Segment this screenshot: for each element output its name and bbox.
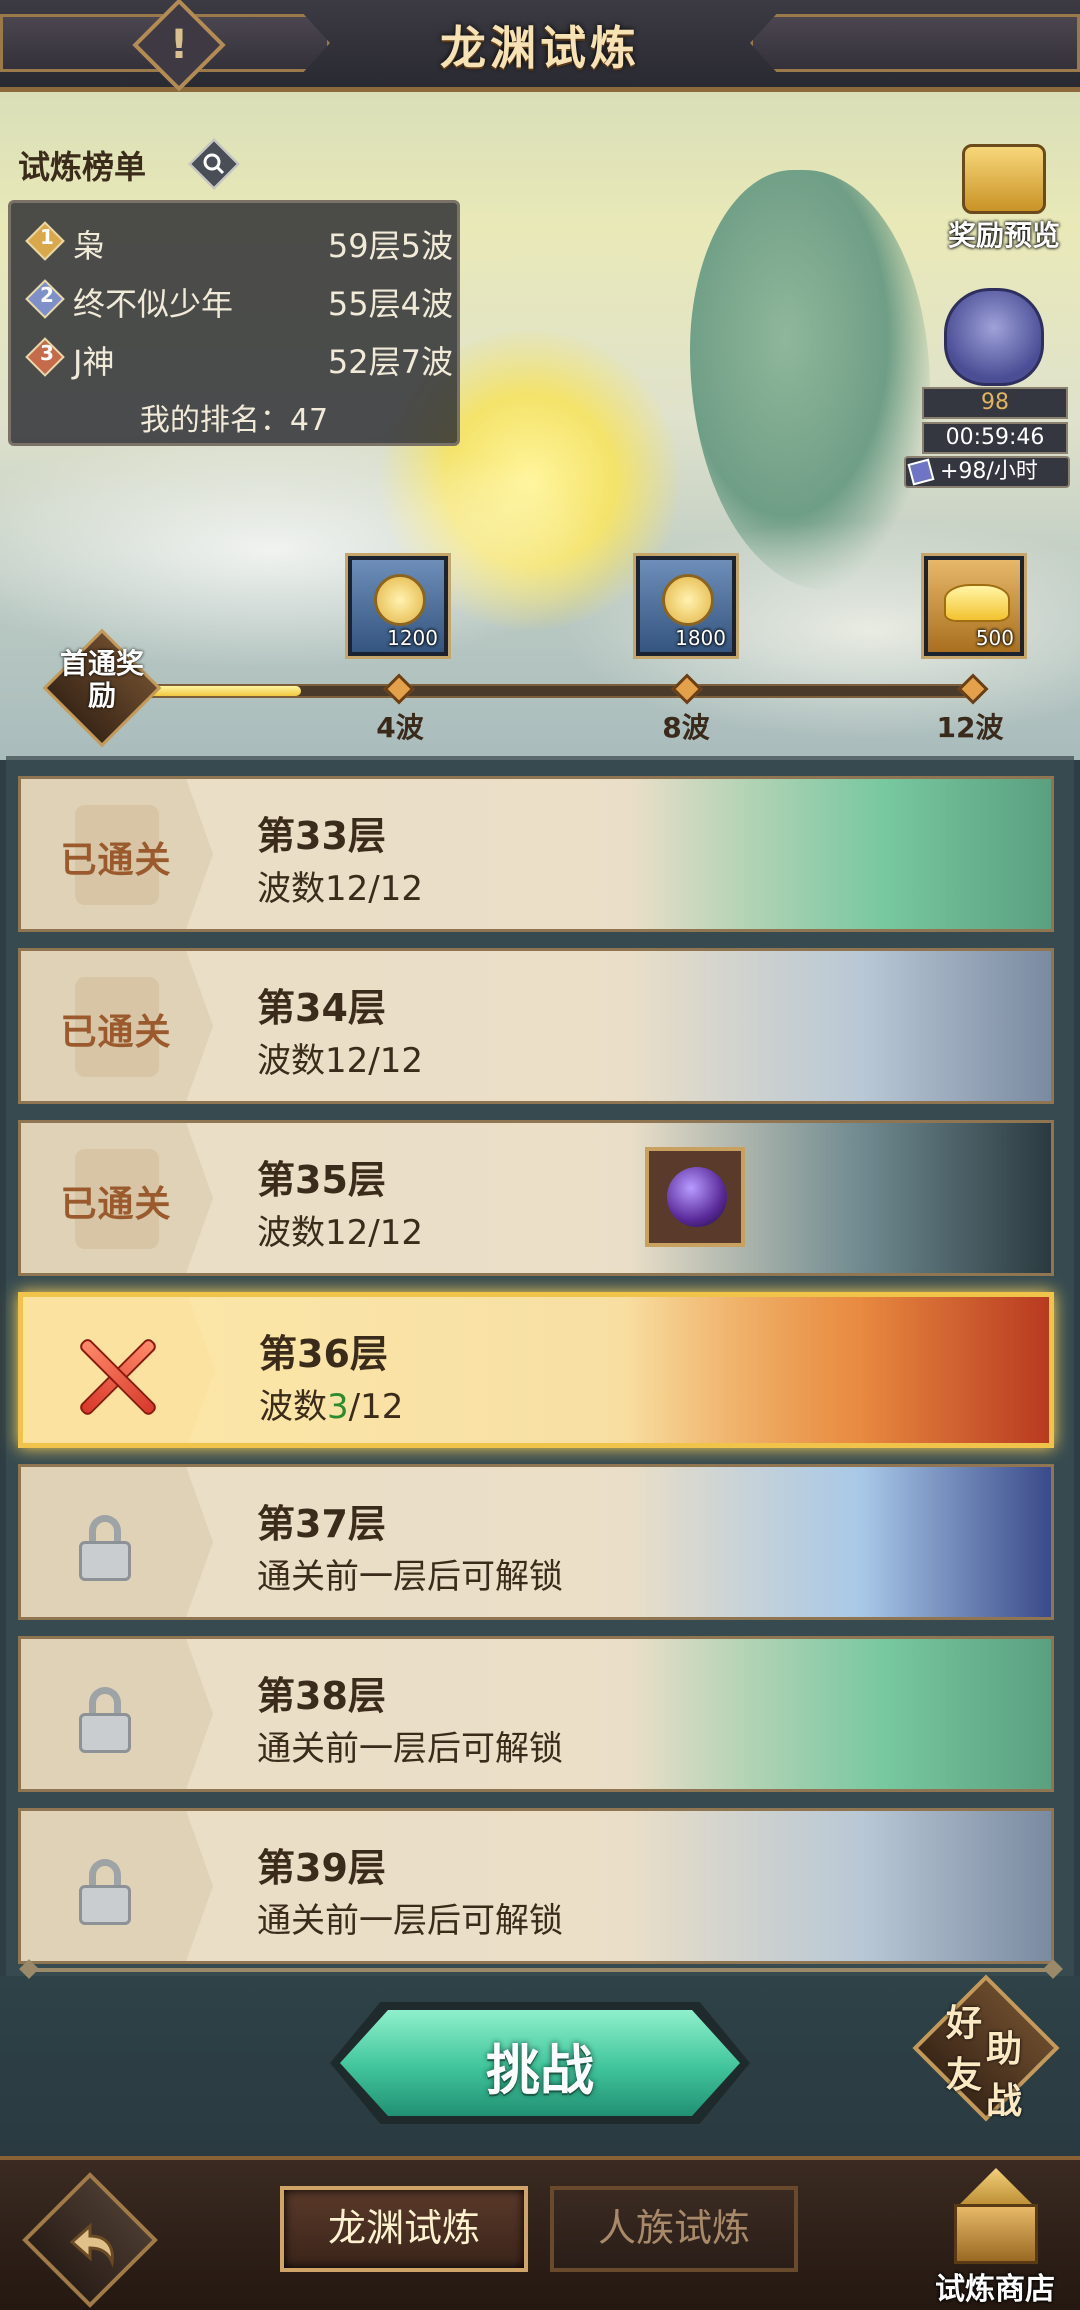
reward-preview-label: 奖励预览 — [947, 219, 1060, 252]
coin-icon — [374, 574, 426, 626]
rank-score: 59层5波 — [327, 227, 453, 265]
shop-label: 试炼商店 — [935, 2272, 1055, 2307]
hero-portrait — [631, 951, 1051, 1101]
cleared-label: 已通关 — [60, 1012, 172, 1053]
first-clear-progress — [140, 684, 980, 698]
offline-reward-bag-icon[interactable] — [944, 288, 1044, 386]
shop-building — [954, 2204, 1038, 2264]
hero-portrait — [631, 1811, 1051, 1961]
level-waves: 波数3/12 — [259, 1387, 404, 1427]
level-name: 第37层 — [257, 1502, 386, 1546]
level-waves: 波数12/12 — [257, 869, 423, 909]
first-clear-reward-2[interactable]: 1800 — [633, 553, 739, 659]
cleared-label: 已通关 — [60, 1184, 172, 1225]
treasure-chest-icon — [962, 144, 1046, 214]
level-row-36[interactable]: 第36层 波数3/12 — [18, 1292, 1054, 1448]
hero-portrait — [629, 1297, 1049, 1443]
progress-label-8: 8波 — [662, 711, 710, 744]
exclamation-icon: ! — [169, 22, 189, 68]
reward-preview-button[interactable]: 奖励预览 — [944, 134, 1064, 254]
friend-assist-label: 好 助 友 战 — [946, 2003, 1023, 2122]
bottom-bar — [0, 2156, 1080, 2310]
level-lock-hint: 通关前一层后可解锁 — [257, 1729, 563, 1769]
bag-count: 98 — [922, 387, 1068, 419]
hero-portrait — [631, 1639, 1051, 1789]
level-name: 第36层 — [259, 1332, 388, 1376]
level-row-35[interactable]: 已通关 第35层 波数12/12 — [18, 1120, 1054, 1276]
hero-portrait — [631, 1467, 1051, 1617]
ranking-row-2: 2 终不似少年 55层4波 — [23, 275, 453, 325]
first-clear-reward-3[interactable]: 500 — [921, 553, 1027, 659]
bag-rate: +98/小时 — [904, 456, 1070, 488]
lock-icon — [79, 1859, 131, 1925]
level-waves: 波数12/12 — [257, 1213, 423, 1253]
rank-name: 终不似少年 — [73, 285, 234, 323]
level-row-33[interactable]: 已通关 第33层 波数12/12 — [18, 776, 1054, 932]
level-row-37[interactable]: 第37层 通关前一层后可解锁 — [18, 1464, 1054, 1620]
rank-number: 2 — [40, 283, 54, 307]
progress-fill — [142, 686, 301, 696]
my-rank: 我的排名：47 — [139, 403, 329, 438]
reward-qty: 500 — [975, 626, 1014, 650]
level-row-39[interactable]: 第39层 通关前一层后可解锁 — [18, 1808, 1054, 1964]
hero-portrait — [631, 779, 1051, 929]
spirit-orb-icon — [667, 1167, 727, 1227]
ranking-row-1: 1 枭 59层5波 — [23, 217, 453, 267]
rank-name: J神 — [73, 343, 115, 381]
tab-human-trial[interactable]: 人族试炼 — [550, 2186, 798, 2272]
progress-label-4: 4波 — [376, 711, 424, 744]
level-lock-hint: 通关前一层后可解锁 — [257, 1901, 563, 1941]
shop-icon — [956, 2168, 1036, 2208]
reward-qty: 1200 — [387, 626, 438, 650]
progress-label-12: 12波 — [936, 711, 1004, 744]
tab-dragon-abyss-trial[interactable]: 龙渊试炼 — [280, 2186, 528, 2272]
first-clear-reward-1[interactable]: 1200 — [345, 553, 451, 659]
ranking-panel[interactable]: 1 枭 59层5波 2 终不似少年 55层4波 3 J神 52层7波 我的排名：… — [8, 200, 460, 446]
level-name: 第38层 — [257, 1674, 386, 1718]
bag-rate-text: +98/小时 — [940, 459, 1038, 484]
reward-qty: 1800 — [675, 626, 726, 650]
level-lock-hint: 通关前一层后可解锁 — [257, 1557, 563, 1597]
coin-icon — [662, 574, 714, 626]
special-reward-item[interactable] — [645, 1147, 745, 1247]
level-name: 第35层 — [257, 1158, 386, 1202]
level-name: 第33层 — [257, 814, 386, 858]
rank-name: 枭 — [73, 227, 106, 265]
crossed-swords-icon — [67, 1327, 167, 1427]
lock-icon — [79, 1687, 131, 1753]
token-icon — [907, 458, 935, 486]
ranking-title: 试炼榜单 — [18, 148, 147, 186]
rank-score: 55层4波 — [327, 285, 453, 323]
back-arrow-icon — [69, 2222, 114, 2268]
bag-timer: 00:59:46 — [922, 422, 1068, 454]
rank-score: 52层7波 — [327, 343, 453, 381]
gold-ingot-icon — [944, 584, 1010, 622]
rank-number: 3 — [40, 341, 54, 365]
level-row-34[interactable]: 已通关 第34层 波数12/12 — [18, 948, 1054, 1104]
challenge-label: 挑战 — [486, 2039, 594, 2102]
cleared-label: 已通关 — [60, 840, 172, 881]
ranking-row-3: 3 J神 52层7波 — [23, 333, 453, 383]
level-row-38[interactable]: 第38层 通关前一层后可解锁 — [18, 1636, 1054, 1792]
level-name: 第39层 — [257, 1846, 386, 1890]
level-name: 第34层 — [257, 986, 386, 1030]
rank-number: 1 — [40, 225, 54, 249]
first-clear-label: 首通奖励 — [59, 647, 144, 712]
trial-shop-button[interactable]: 试炼商店 — [920, 2168, 1070, 2308]
list-scrollbar[interactable] — [26, 1968, 1056, 1972]
lock-icon — [79, 1515, 131, 1581]
level-waves: 波数12/12 — [257, 1041, 423, 1081]
search-icon — [203, 153, 225, 175]
